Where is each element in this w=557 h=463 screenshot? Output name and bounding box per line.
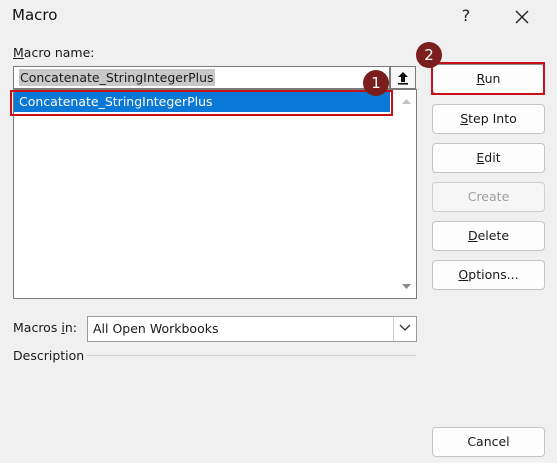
close-button[interactable]	[508, 4, 536, 30]
options-button[interactable]: Options...	[432, 260, 545, 290]
step-into-button[interactable]: Step Into	[432, 104, 545, 134]
macro-name-label: Macro name:	[13, 45, 95, 60]
description-label: Description	[13, 348, 85, 363]
scroll-down-arrow[interactable]	[397, 280, 416, 294]
close-icon	[515, 10, 529, 24]
help-button[interactable]: ?	[452, 2, 480, 30]
upload-arrow-icon	[398, 72, 408, 85]
callout-highlight-1	[10, 90, 393, 116]
edit-button[interactable]: Edit	[432, 143, 545, 173]
macros-in-label: Macros in:	[13, 320, 77, 335]
scroll-down-icon	[402, 284, 411, 289]
scroll-up-icon	[402, 99, 411, 104]
callout-highlight-2	[431, 62, 545, 95]
macro-name-input[interactable]: Concatenate_StringIntegerPlus	[13, 66, 390, 89]
delete-button[interactable]: Delete	[432, 221, 545, 251]
callout-badge-2: 2	[416, 42, 442, 68]
macro-name-value: Concatenate_StringIntegerPlus	[19, 69, 215, 86]
macros-in-select[interactable]: All Open Workbooks	[87, 316, 417, 342]
description-divider	[86, 355, 416, 356]
cancel-button[interactable]: Cancel	[432, 427, 545, 457]
callout-badge-1: 1	[363, 70, 389, 96]
macros-in-dropdown-button[interactable]	[393, 317, 416, 341]
record-up-button[interactable]	[390, 66, 416, 89]
macro-list-scrollbar[interactable]	[397, 90, 416, 298]
scroll-up-arrow[interactable]	[397, 94, 416, 108]
create-button[interactable]: Create	[432, 182, 545, 212]
macros-in-value: All Open Workbooks	[93, 321, 219, 336]
macro-list[interactable]	[13, 89, 417, 299]
dialog-title: Macro	[12, 6, 58, 24]
chevron-down-icon	[399, 324, 411, 331]
